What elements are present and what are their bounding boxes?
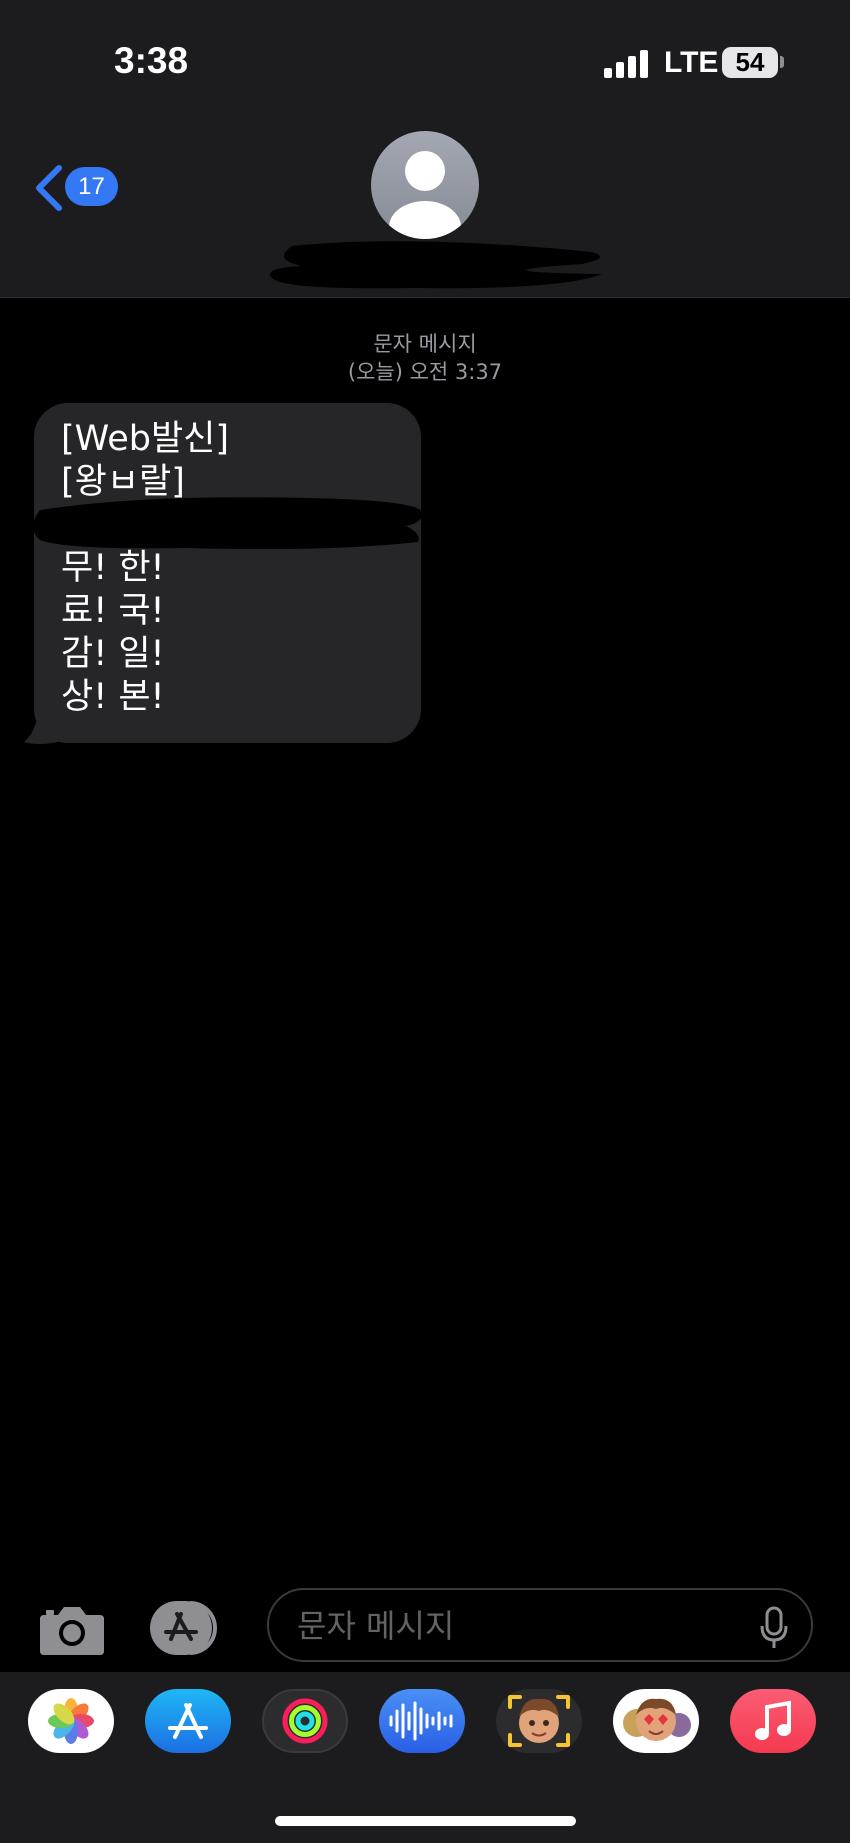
battery-nub <box>780 56 784 68</box>
photos-flower-icon <box>48 1698 94 1744</box>
battery-icon: 54 <box>722 47 778 78</box>
person-icon <box>389 151 461 239</box>
memoji-face-icon <box>508 1695 570 1747</box>
header-divider <box>0 297 850 298</box>
redacted-message-line <box>33 497 423 550</box>
composer-row <box>0 1574 850 1674</box>
microphone-icon[interactable] <box>759 1606 789 1650</box>
chevron-left-icon <box>36 165 62 211</box>
message-timestamp: (오늘) 오전 3:37 <box>347 360 503 384</box>
waveform-icon <box>389 1701 453 1741</box>
music-note-icon <box>755 1700 791 1740</box>
message-text-field[interactable] <box>267 1588 813 1662</box>
photos-icon[interactable] <box>28 1689 114 1753</box>
status-time: 3:38 <box>114 40 189 81</box>
cellular-signal-icon <box>604 50 648 78</box>
battery-level: 54 <box>735 47 765 77</box>
back-button[interactable]: 17 <box>32 160 122 214</box>
activity-rings-icon <box>282 1698 328 1744</box>
app-store-glyph-icon <box>168 1703 208 1739</box>
network-type: LTE <box>664 46 719 79</box>
music-icon[interactable] <box>730 1689 816 1753</box>
memoji-stickers-icon[interactable] <box>613 1689 699 1753</box>
service-label: 문자 메시지 <box>373 332 477 356</box>
message-text: [Web발신] [왕ㅂ랄] 무! 한! 료! 국! 감! 일! 상! 본! <box>61 419 230 717</box>
unread-count-badge: 17 <box>65 167 118 206</box>
app-store-apps-button[interactable] <box>150 1601 228 1655</box>
app-store-icon[interactable] <box>145 1689 231 1753</box>
memoji-sticker-face-icon <box>623 1698 691 1741</box>
contact-avatar[interactable] <box>371 131 479 239</box>
home-indicator[interactable] <box>275 1816 576 1826</box>
message-input[interactable] <box>295 1602 739 1650</box>
memoji-camera-icon[interactable] <box>496 1689 582 1753</box>
camera-icon[interactable] <box>38 1601 106 1657</box>
activity-icon[interactable] <box>262 1689 348 1753</box>
audio-message-icon[interactable] <box>379 1689 465 1753</box>
redacted-contact-name <box>270 241 602 289</box>
